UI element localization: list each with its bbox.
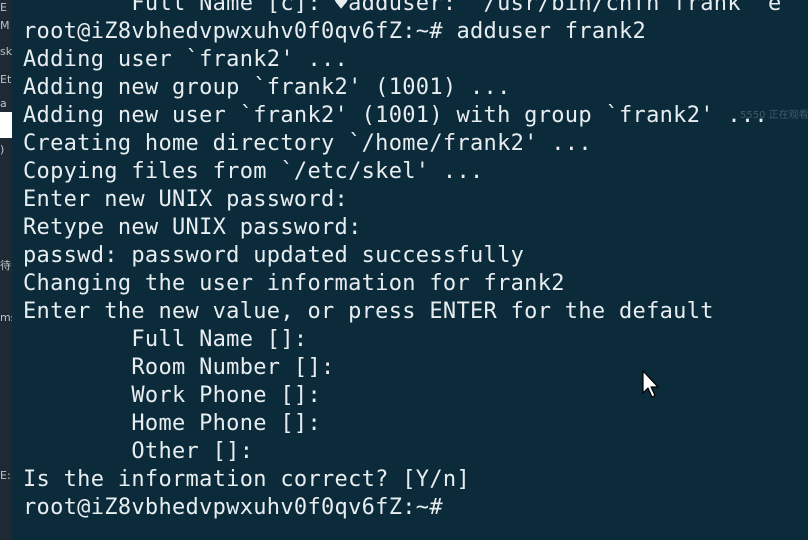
background-window-text: E	[0, 2, 7, 14]
background-window-text: Et	[0, 74, 12, 86]
terminal-line: Adding user `frank2' ...	[23, 47, 349, 72]
terminal-line: Retype new UNIX password:	[23, 215, 362, 240]
terminal-line: Full Name []:	[23, 327, 308, 352]
background-window-sliver: E M sk Et a ) 待 ms E:	[0, 0, 12, 540]
viewer-watermark: 5550 正在观看	[740, 110, 808, 121]
background-window-panel	[0, 112, 12, 138]
background-window-text: 待	[0, 260, 11, 272]
terminal-window[interactable]: Full Name [c]: ♥adduser: `/usr/bin/chfn …	[12, 0, 808, 540]
terminal-line: Adding new group `frank2' (1001) ...	[23, 75, 511, 100]
terminal-line: Work Phone []:	[23, 383, 321, 408]
background-window-text: a	[0, 98, 7, 110]
terminal-line: Changing the user information for frank2	[23, 271, 565, 296]
terminal-line: Creating home directory `/home/frank2' .…	[23, 131, 592, 156]
screen: E M sk Et a ) 待 ms E: Full Name [c]: ♥ad…	[0, 0, 808, 540]
terminal-line: Full Name [c]: ♥adduser: `/usr/bin/chfn …	[23, 0, 782, 16]
terminal-line: Copying files from `/etc/skel' ...	[23, 159, 484, 184]
mouse-pointer-icon	[642, 370, 659, 398]
terminal-line: Home Phone []:	[23, 411, 321, 436]
background-window-text: ms	[0, 312, 12, 324]
background-window-text: )	[0, 144, 5, 156]
terminal-line: Enter new UNIX password:	[23, 187, 349, 212]
background-window-text: M	[0, 20, 10, 32]
terminal-line: passwd: password updated successfully	[23, 243, 525, 268]
terminal-line: root@iZ8vbhedvpwxuhv0f0qv6fZ:~# adduser …	[23, 19, 647, 44]
terminal-line: Enter the new value, or press ENTER for …	[23, 299, 714, 324]
terminal-prompt[interactable]: root@iZ8vbhedvpwxuhv0f0qv6fZ:~#	[23, 494, 782, 522]
terminal-line: Room Number []:	[23, 355, 335, 380]
background-window-text: sk	[0, 46, 12, 58]
background-window-text: E:	[0, 470, 11, 482]
terminal-line: Adding new user `frank2' (1001) with gro…	[23, 103, 768, 128]
terminal-output: Full Name [c]: ♥adduser: `/usr/bin/chfn …	[23, 0, 782, 522]
terminal-line: Is the information correct? [Y/n]	[23, 467, 470, 492]
terminal-line: Other []:	[23, 439, 254, 464]
